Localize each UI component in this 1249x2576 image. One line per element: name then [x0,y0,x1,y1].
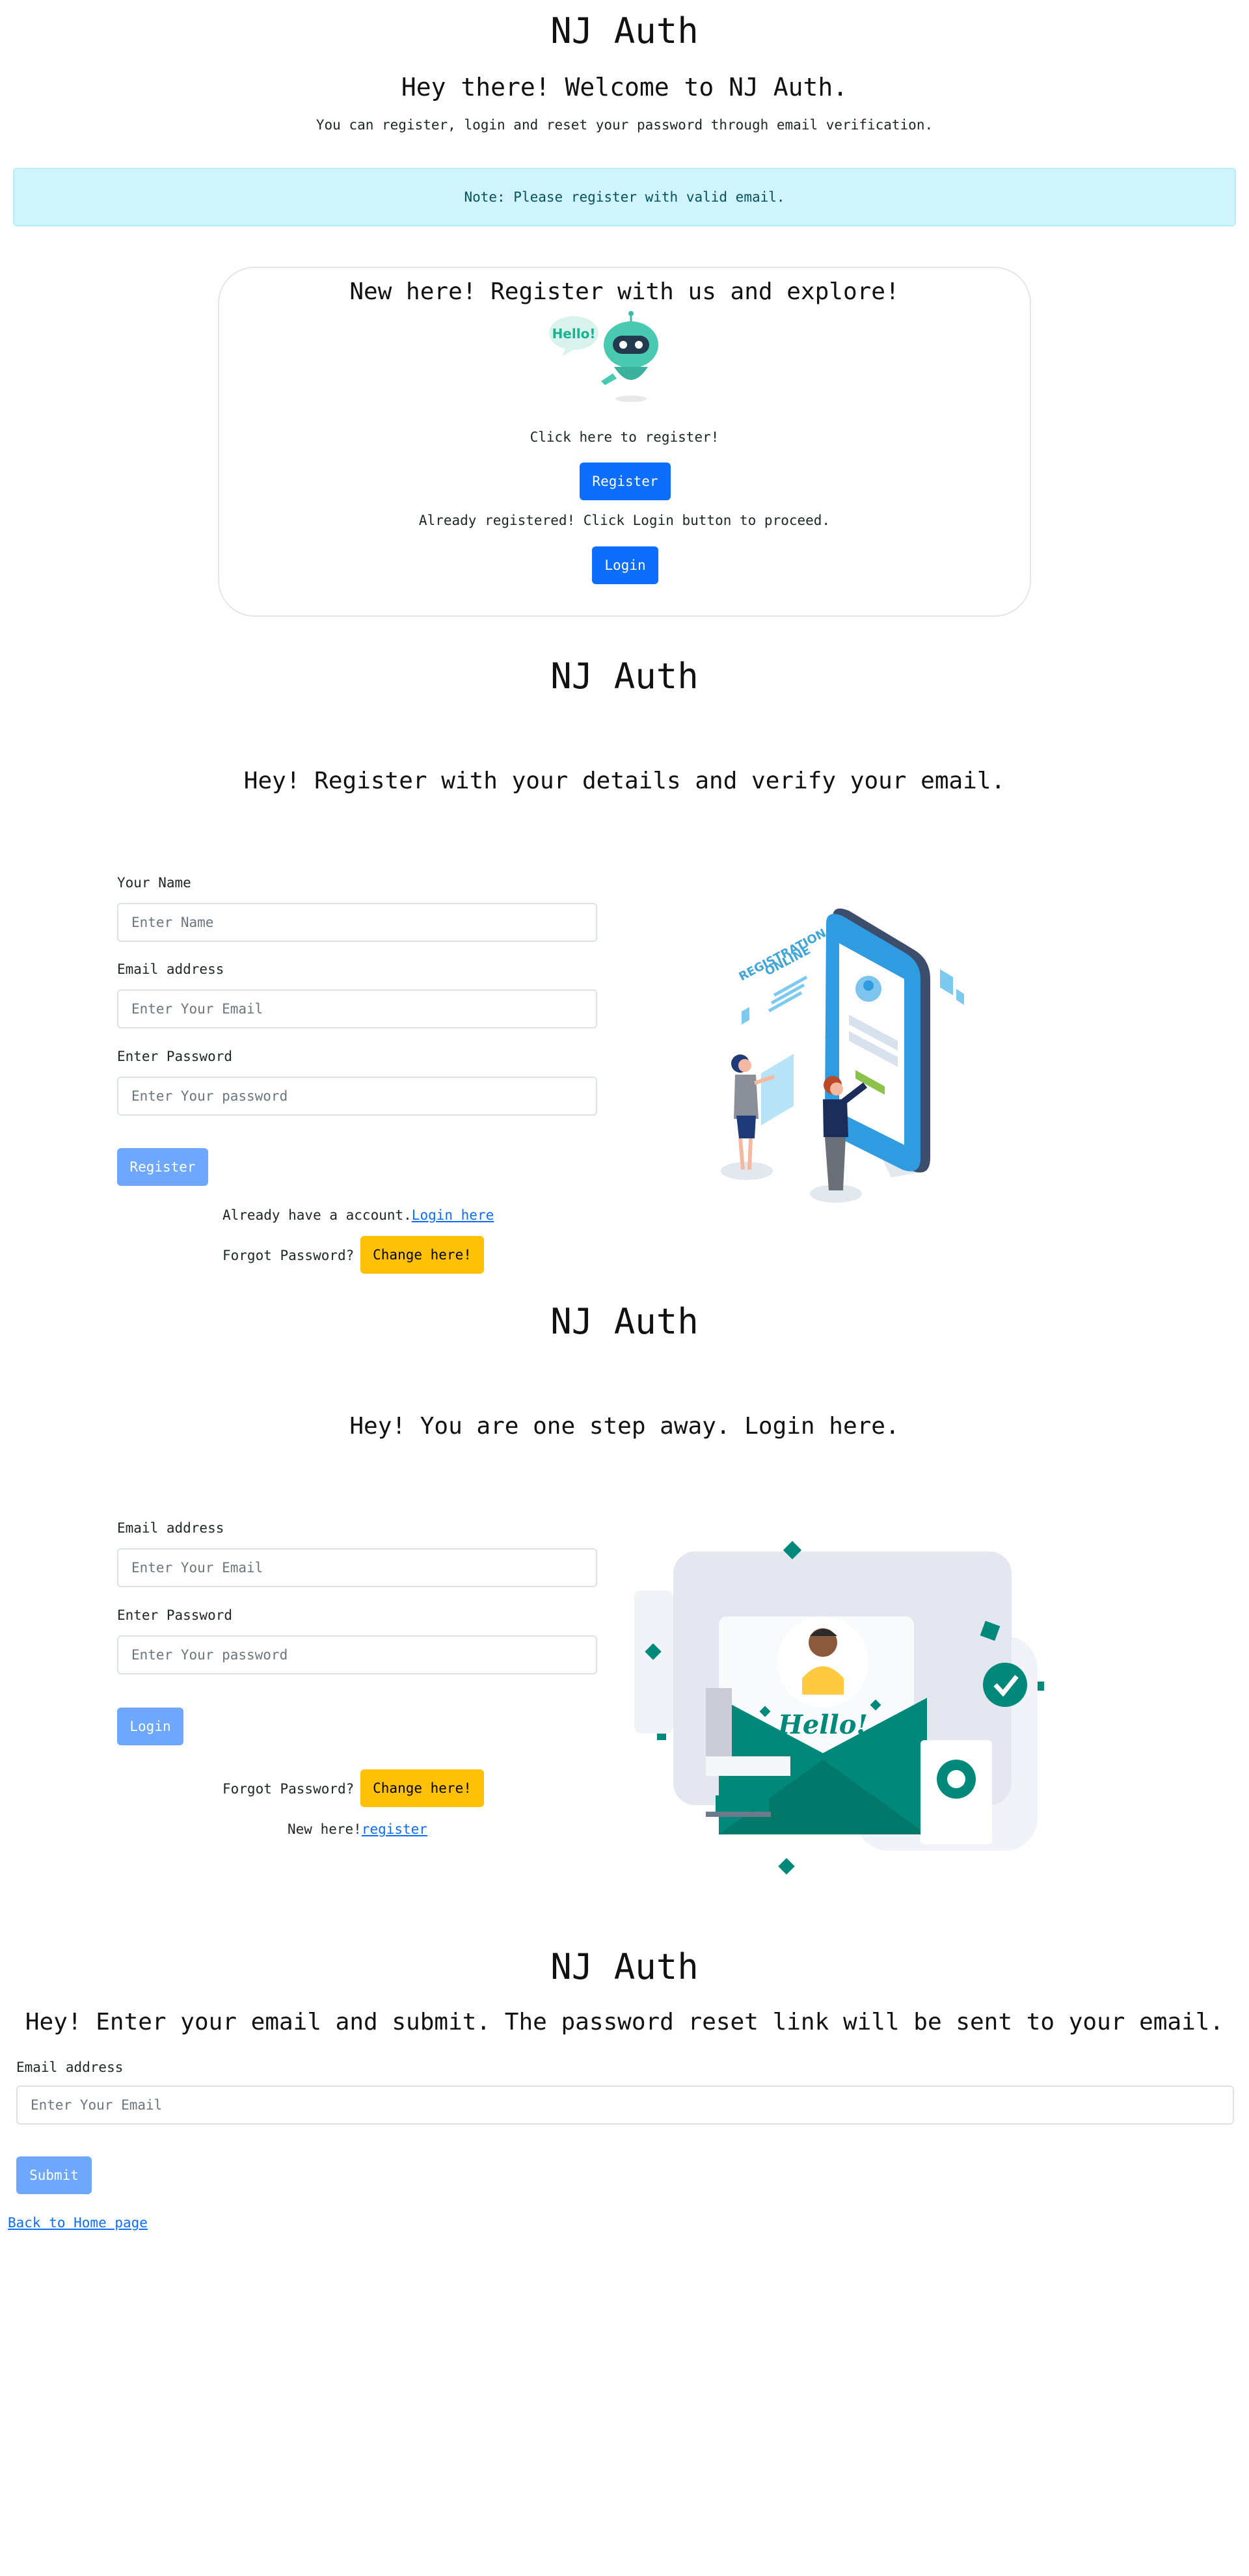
have-account-text: Already have a account. [222,1207,412,1223]
illustration-text-registration: REGISTRATION [736,926,828,984]
register-email-label: Email address [117,961,224,977]
new-here-line: New here!register [288,1821,427,1837]
register-prompt: Click here to register! [530,429,719,445]
reset-email-input[interactable]: Enter Your Email [16,2086,1234,2125]
login-prompt: Already registered! Click Login button t… [418,513,831,528]
note-alert-text: Note: Please register with valid email. [464,189,785,205]
reset-email-label: Email address [16,2059,124,2075]
card-heading: New here! Register with us and explore! [349,278,900,305]
login-forgot-text: Forgot Password? [222,1781,355,1797]
name-input[interactable]: Enter Name [117,903,597,942]
note-alert: Note: Please register with valid email. [13,168,1236,226]
login-submit-button[interactable]: Login [117,1708,183,1745]
register-site-title: NJ Auth [550,656,699,697]
name-label: Your Name [117,875,191,891]
login-change-password-button[interactable]: Change here! [360,1769,484,1807]
illustration-hello-text: Hello! [777,1710,868,1740]
register-forgot-text: Forgot Password? [222,1248,355,1263]
hello-envelope-illustration: Hello! [634,1540,1044,1875]
register-submit-button[interactable]: Register [117,1148,208,1186]
register-link[interactable]: register [362,1821,427,1837]
robot-hello-illustration: Hello! [549,311,658,402]
reset-heading: Hey! Enter your email and submit. The pa… [25,2009,1224,2035]
register-email-input[interactable]: Enter Your Email [117,989,597,1028]
home-site-title: NJ Auth [550,10,699,51]
online-registration-illustration: ONLINE REGISTRATION [721,908,964,1203]
reset-site-title: NJ Auth [550,1946,699,1987]
login-password-label: Enter Password [117,1607,233,1623]
back-to-home-link[interactable]: Back to Home page [8,2215,148,2231]
robot-bubble-text: Hello! [552,326,596,342]
register-password-input[interactable]: Enter Your password [117,1077,597,1116]
reset-submit-button[interactable]: Submit [16,2156,92,2194]
home-subtitle: You can register, login and reset your p… [316,117,933,133]
home-login-button[interactable]: Login [592,546,658,584]
login-here-link[interactable]: Login here [412,1207,494,1223]
register-heading: Hey! Register with your details and veri… [243,768,1006,794]
home-register-button[interactable]: Register [580,463,671,500]
login-site-title: NJ Auth [550,1301,699,1342]
login-password-input[interactable]: Enter Your password [117,1635,597,1674]
login-email-label: Email address [117,1520,224,1536]
have-account-line: Already have a account.Login here [222,1207,494,1223]
login-email-input[interactable]: Enter Your Email [117,1548,597,1587]
register-password-label: Enter Password [117,1049,233,1064]
home-welcome-heading: Hey there! Welcome to NJ Auth. [401,73,848,101]
register-change-password-button[interactable]: Change here! [360,1236,484,1274]
new-here-text: New here! [288,1821,362,1837]
login-heading: Hey! You are one step away. Login here. [349,1413,900,1440]
